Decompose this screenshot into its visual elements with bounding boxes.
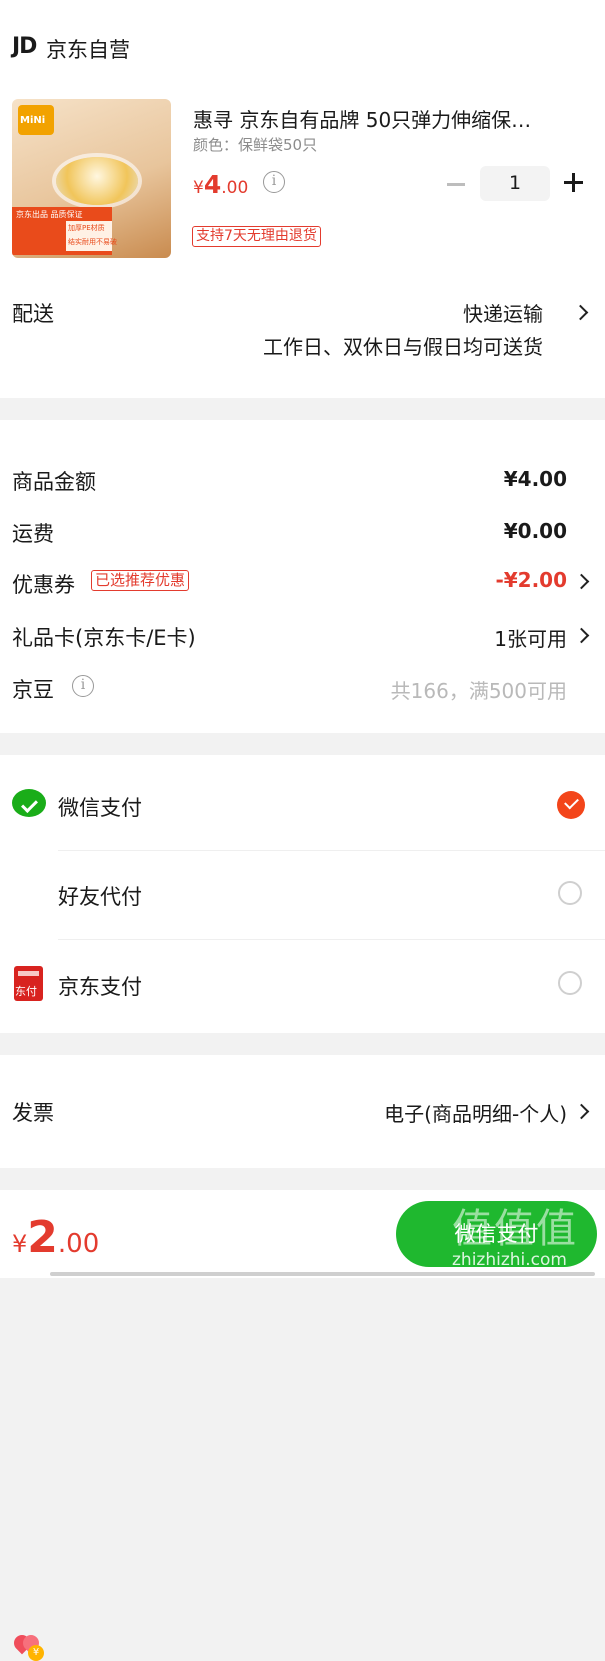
product-title[interactable]: 惠寻 京东自有品牌 50只弹力伸缩保…	[193, 104, 591, 133]
checkout-bar: ¥2.00 微信支付 值值值 zhizhizhi.com	[0, 1190, 605, 1278]
friend-pay-label: 好友代付	[58, 885, 142, 909]
shop-name[interactable]: 京东自营	[46, 34, 130, 64]
image-feature-2: 结实耐用不易破	[68, 238, 117, 246]
jingdou-info-icon[interactable]: i	[72, 675, 94, 697]
total-price: ¥2.00	[12, 1212, 100, 1263]
return-policy-tag: 支持7天无理由退货	[192, 226, 321, 247]
giftcard-chevron-icon[interactable]	[573, 627, 590, 644]
jd-pay-icon: 东付	[14, 966, 43, 1001]
jd-pay-radio[interactable]	[558, 971, 582, 995]
wechat-pay-icon	[12, 789, 46, 817]
jd-logo: JD	[12, 34, 37, 59]
delivery-method[interactable]: 快递运输	[463, 298, 543, 327]
jd-pay-label: 京东支付	[58, 975, 142, 999]
wechat-pay-label: 微信支付	[58, 796, 142, 820]
invoice-section[interactable]: 发票 电子(商品明细-个人)	[0, 1055, 605, 1168]
quantity-stepper[interactable]: 1	[480, 166, 550, 201]
coupon-recommend-tag: 已选推荐优惠	[91, 570, 190, 591]
increase-quantity-button[interactable]	[564, 173, 584, 193]
giftcard-value[interactable]: 1张可用	[494, 623, 567, 652]
wechat-selected-check-icon[interactable]	[557, 791, 585, 819]
payment-section: 微信支付 ¥ 好友代付 东付 京东支付	[0, 755, 605, 1661]
watermark-logo: 值值值	[452, 1206, 578, 1252]
coupon-chevron-icon[interactable]	[573, 573, 590, 590]
delivery-note: 工作日、双休日与假日均可送货	[263, 335, 543, 359]
shipping-value: ¥0.00	[503, 519, 567, 543]
quantity-value: 1	[508, 172, 522, 194]
home-indicator	[50, 1272, 595, 1276]
image-feature-1: 加厚PE材质	[68, 224, 105, 232]
goods-amount-label: 商品金额	[12, 470, 96, 494]
coupon-value[interactable]: -¥2.00	[495, 568, 567, 592]
jingdou-label: 京豆	[12, 678, 54, 702]
delivery-chevron-icon[interactable]	[572, 304, 589, 321]
watermark-url: zhizhizhi.com	[452, 1250, 567, 1270]
jingdou-value: 共166，满500可用	[390, 679, 567, 703]
payment-option-wechat[interactable]: 微信支付	[0, 755, 605, 850]
bowl-shape	[56, 157, 138, 205]
image-box-text: 京东出品 品质保证	[16, 210, 83, 219]
invoice-value[interactable]: 电子(商品明细-个人)	[384, 1098, 567, 1127]
friend-pay-radio[interactable]	[558, 881, 582, 905]
amounts-section: 商品金额 ¥4.00 运费 ¥0.00 优惠券 已选推荐优惠 -¥2.00 礼品…	[0, 420, 605, 733]
goods-amount-value: ¥4.00	[503, 467, 567, 491]
delivery-label: 配送	[12, 302, 54, 326]
invoice-label: 发票	[12, 1101, 54, 1125]
product-price: ¥4.00	[193, 170, 249, 199]
decrease-quantity-button[interactable]	[447, 183, 465, 186]
invoice-chevron-icon[interactable]	[573, 1103, 590, 1120]
product-image[interactable]: MiNi 京东出品 品质保证 加厚PE材质 结实耐用不易破	[12, 99, 171, 258]
friend-pay-icon: ¥	[10, 1631, 44, 1661]
order-item-section: JD 京东自营 MiNi 京东出品 品质保证 加厚PE材质 结实耐用不易破 惠寻…	[0, 0, 605, 398]
shipping-label: 运费	[12, 522, 54, 546]
giftcard-label: 礼品卡(京东卡/E卡)	[12, 626, 196, 650]
product-spec[interactable]: 颜色：保鲜袋50只	[193, 134, 317, 155]
price-info-icon[interactable]: i	[263, 171, 285, 193]
mini-badge: MiNi	[20, 115, 46, 126]
coupon-label: 优惠券	[12, 573, 75, 597]
